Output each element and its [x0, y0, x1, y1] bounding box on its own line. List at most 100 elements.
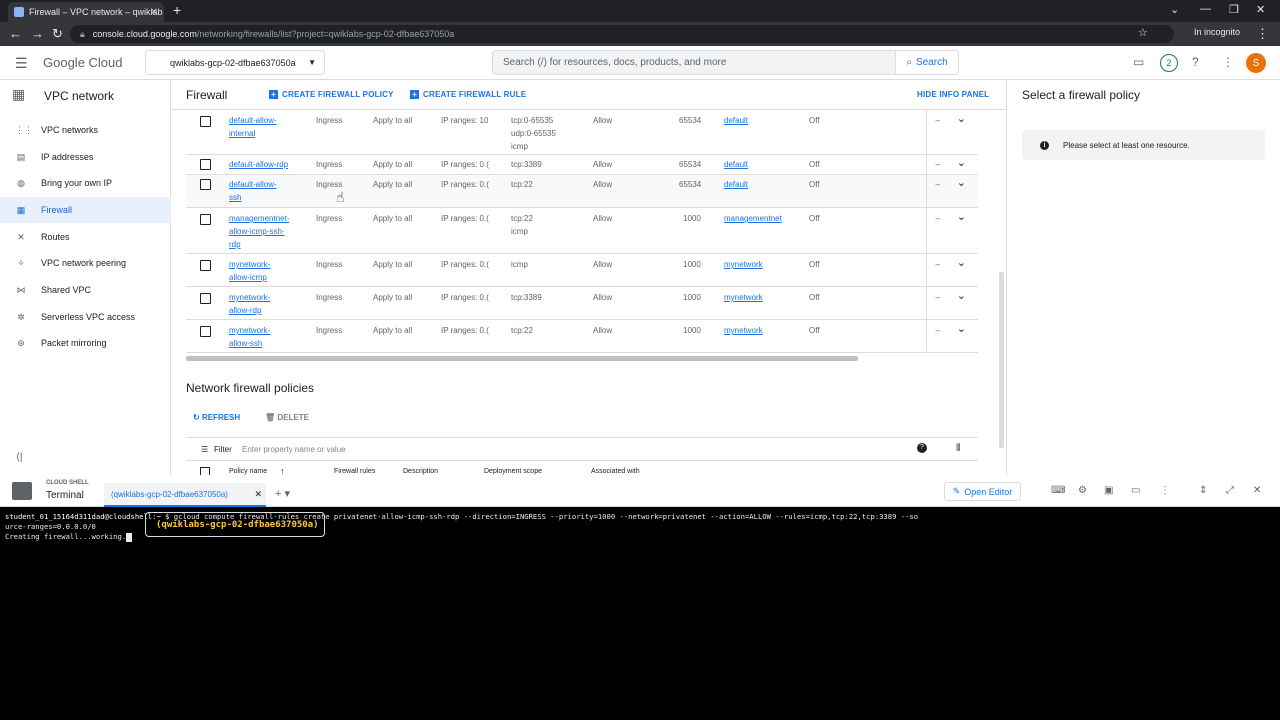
project-selector[interactable]: qwiklabs-gcp-02-dfbae637050a ▼ — [145, 50, 325, 75]
sidebar-item-byoip[interactable]: ◍ Bring your own IP — [0, 170, 171, 196]
row-checkbox[interactable] — [200, 179, 211, 190]
terminal-tab[interactable]: (qwiklabs-gcp-02-dfbae637050a) ✕ — [104, 483, 266, 507]
terminal-output[interactable]: student_01_15164d311dad@cloudshell:~ (qw… — [0, 508, 1280, 690]
create-firewall-policy-button[interactable]: + CREATE FIREWALL POLICY — [269, 90, 394, 99]
prompt-project: (qwiklabs-gcp-02-dfbae637050a) — [145, 512, 325, 537]
help-icon[interactable]: ? — [917, 443, 927, 453]
rule-network-link[interactable]: default — [724, 178, 748, 191]
row-checkbox[interactable] — [200, 214, 211, 225]
web-preview-icon[interactable]: ▣ — [1104, 485, 1113, 496]
sidebar-item-peering[interactable]: ✧ VPC network peering — [0, 250, 171, 276]
hamburger-menu-icon[interactable]: ☰ — [15, 55, 28, 72]
open-new-window-icon[interactable]: ⤢ — [1226, 485, 1234, 496]
expand-row-icon[interactable]: ⌄ — [957, 322, 966, 335]
protocol-line: tcp:0-65535 — [511, 116, 554, 125]
column-header[interactable]: Associated with — [591, 468, 640, 475]
column-display-icon[interactable]: ⦀ — [956, 443, 960, 454]
rule-network-link[interactable]: default — [724, 158, 748, 171]
column-header[interactable]: Deployment scope — [484, 468, 542, 475]
rule-name-link[interactable]: mynetwork-allow-icmp — [229, 258, 270, 284]
rule-name-link[interactable]: default-allow-ssh — [229, 178, 277, 204]
keyboard-icon[interactable]: ⌨ — [1051, 485, 1065, 496]
prompt-user: student_01_15164d311dad@cloudshell:~ — [5, 512, 161, 521]
bookmark-star-icon[interactable]: ☆ — [1138, 26, 1148, 39]
lock-icon: 🔒︎ — [80, 28, 85, 39]
expand-row-icon[interactable]: ⌄ — [957, 156, 966, 169]
expand-row-icon[interactable]: ⌄ — [957, 256, 966, 269]
tab-search-icon[interactable]: ⌄ — [1170, 3, 1179, 16]
column-header[interactable]: Firewall rules — [334, 468, 375, 475]
sidebar-item-serverless[interactable]: ✲ Serverless VPC access — [0, 304, 171, 330]
rule-network-link[interactable]: managementnet — [724, 212, 782, 225]
rule-priority: 1000 — [683, 293, 701, 302]
search-button[interactable]: ⌕ Search — [895, 50, 959, 75]
resize-icon[interactable]: ⇕ — [1199, 485, 1207, 496]
delete-button[interactable]: 🗑︎ DELETE — [265, 413, 309, 422]
new-tab-icon[interactable]: + — [173, 2, 181, 18]
row-checkbox[interactable] — [200, 159, 211, 170]
rule-name-link[interactable]: managementnet-allow-icmp-ssh-rdp — [229, 212, 289, 251]
open-editor-button[interactable]: ✎ Open Editor — [944, 482, 1021, 501]
reload-icon[interactable]: ↻ — [52, 26, 63, 42]
rule-priority: 1000 — [683, 260, 701, 269]
sidebar-item-vpc-networks[interactable]: ⋮⋮ VPC networks — [0, 117, 171, 143]
expand-row-icon[interactable]: ⌄ — [957, 289, 966, 302]
terminal-layout-icon[interactable]: ▭ — [1131, 485, 1140, 496]
row-checkbox[interactable] — [200, 116, 211, 127]
close-window-icon[interactable]: ✕ — [1256, 3, 1265, 16]
select-all-checkbox[interactable] — [200, 467, 210, 475]
create-firewall-rule-button[interactable]: + CREATE FIREWALL RULE — [410, 90, 526, 99]
expand-row-icon[interactable]: ⌄ — [957, 112, 966, 125]
sidebar-item-shared-vpc[interactable]: ⋈ Shared VPC — [0, 277, 171, 303]
horizontal-scrollbar[interactable] — [186, 356, 858, 361]
expand-row-icon[interactable]: ⌄ — [957, 210, 966, 223]
rule-network-link[interactable]: mynetwork — [724, 258, 763, 271]
hand-cursor-icon: ☝︎ — [336, 189, 345, 205]
sidebar-item-packet-mirroring[interactable]: ⊛ Packet mirroring — [0, 330, 171, 356]
back-icon[interactable]: ← — [9, 26, 22, 41]
rule-network-link[interactable]: mynetwork — [724, 291, 763, 304]
refresh-button[interactable]: ↻ REFRESH — [193, 413, 240, 422]
rule-name-link[interactable]: mynetwork-allow-ssh — [229, 324, 270, 350]
hide-info-panel-button[interactable]: HIDE INFO PANEL — [917, 90, 989, 99]
help-icon[interactable]: ? — [1192, 55, 1199, 69]
column-header[interactable]: Policy name — [229, 468, 267, 475]
vertical-scrollbar[interactable] — [999, 272, 1004, 448]
search-input[interactable]: Search (/) for resources, docs, products… — [492, 50, 896, 75]
column-header[interactable]: Description — [403, 468, 438, 475]
collapse-sidebar-icon[interactable]: ⟨| — [16, 452, 23, 463]
row-checkbox[interactable] — [200, 326, 211, 337]
rule-name-link[interactable]: mynetwork-allow-rdp — [229, 291, 270, 317]
row-checkbox[interactable] — [200, 293, 211, 304]
sidebar-item-label: VPC networks — [41, 125, 99, 135]
cloud-shell-icon[interactable]: ▭ — [1133, 55, 1144, 69]
rule-name-link[interactable]: default-allow-rdp — [229, 158, 288, 171]
notification-badge[interactable]: 2 — [1160, 54, 1178, 72]
url-field[interactable]: 🔒︎ console.cloud.google.com/networking/f… — [70, 25, 1174, 43]
more-options-icon[interactable]: ⋮ — [1160, 485, 1170, 496]
pencil-icon: ✎ — [952, 486, 961, 496]
avatar[interactable]: S — [1246, 53, 1266, 73]
settings-gear-icon[interactable]: ⚙ — [1078, 485, 1087, 496]
maximize-icon[interactable]: ❐ — [1229, 3, 1239, 16]
row-checkbox[interactable] — [200, 260, 211, 271]
sidebar-item-firewall[interactable]: ▦ Firewall — [0, 197, 171, 223]
rule-network-link[interactable]: mynetwork — [724, 324, 763, 337]
forward-icon[interactable]: → — [31, 26, 44, 41]
rule-network-link[interactable]: default — [724, 114, 748, 127]
browser-tab[interactable]: Firewall – VPC network – qwiklab ✕ — [8, 2, 164, 22]
close-shell-icon[interactable]: ✕ — [1253, 485, 1261, 496]
menu-dots-icon[interactable]: ⋮ — [1256, 26, 1269, 42]
google-cloud-logo[interactable]: Google Cloud — [43, 55, 123, 70]
filter-input[interactable]: Enter property name or value — [242, 445, 346, 454]
minimize-icon[interactable]: — — [1200, 3, 1211, 15]
sidebar-item-routes[interactable]: ✕ Routes — [0, 224, 171, 250]
close-tab-icon[interactable]: ✕ — [254, 489, 262, 500]
expand-row-icon[interactable]: ⌄ — [957, 176, 966, 189]
settings-dots-icon[interactable]: ⋮ — [1222, 55, 1234, 69]
rule-name-link[interactable]: default-allow-internal — [229, 114, 277, 140]
add-terminal-icon[interactable]: + ▾ — [275, 487, 290, 500]
sidebar-item-ip-addresses[interactable]: ▤ IP addresses — [0, 144, 171, 170]
sort-arrow-up-icon[interactable]: ↑ — [280, 466, 285, 475]
close-tab-icon[interactable]: ✕ — [150, 7, 158, 18]
